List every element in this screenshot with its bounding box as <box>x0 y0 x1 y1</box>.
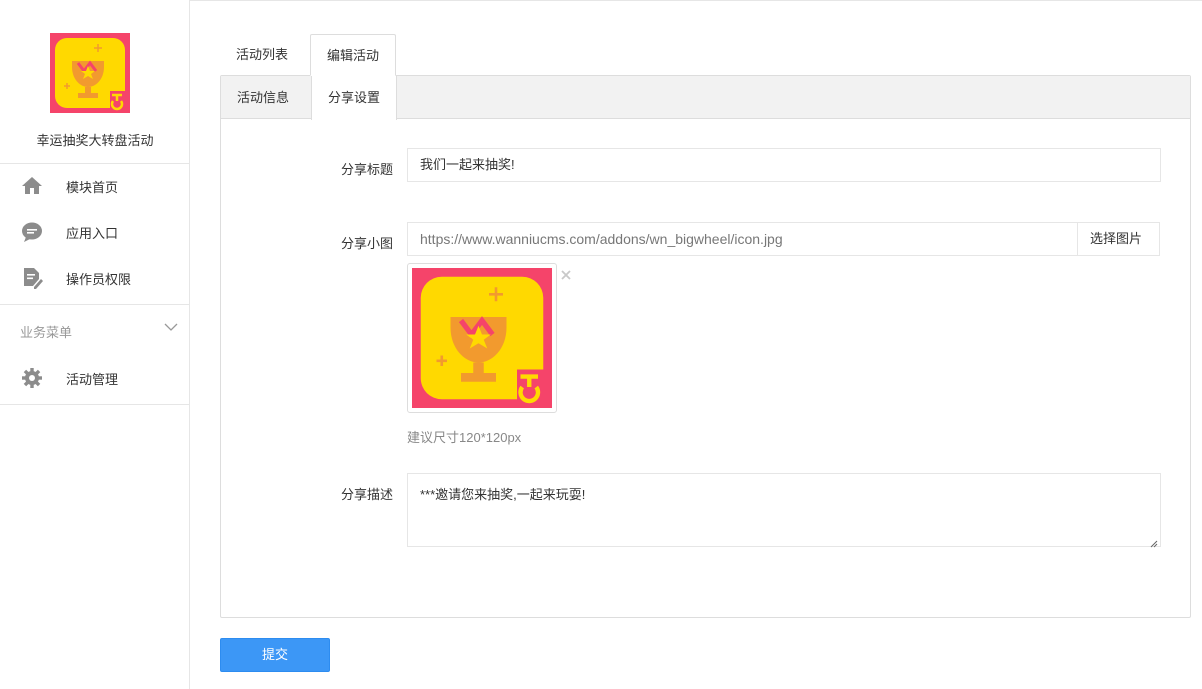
share-image-preview <box>407 263 557 413</box>
app-logo <box>50 33 130 113</box>
chat-bubble-icon <box>21 221 43 243</box>
chevron-down-icon[interactable] <box>163 319 179 335</box>
share-title-input[interactable]: 我们一起来抽奖! <box>407 148 1161 182</box>
sidebar-divider <box>0 304 189 305</box>
submit-button[interactable]: 提交 <box>220 638 330 672</box>
edit-panel: 活动信息 分享设置 分享标题 我们一起来抽奖! 分享小图 https://www… <box>220 75 1191 618</box>
edit-document-icon <box>21 267 43 289</box>
share-image-url-input[interactable]: https://www.wanniucms.com/addons/wn_bigw… <box>407 222 1078 256</box>
tab-activity-list[interactable]: 活动列表 <box>220 34 304 76</box>
share-desc-textarea[interactable]: ***邀请您来抽奖,一起来玩耍! <box>407 473 1161 547</box>
app-name: 幸运抽奖大转盘活动 <box>36 133 154 148</box>
sidebar-item-home[interactable]: 模块首页 <box>0 163 189 209</box>
sidebar-divider <box>0 404 189 405</box>
sidebar-group-title: 业务菜单 <box>20 325 73 340</box>
sidebar-item-label: 模块首页 <box>66 180 119 195</box>
tab-share-settings[interactable]: 分享设置 <box>311 76 398 120</box>
sidebar-item-activity-management[interactable]: 活动管理 <box>0 355 189 401</box>
tab-activity-info[interactable]: 活动信息 <box>221 76 305 119</box>
gear-icon <box>21 367 43 389</box>
sidebar-item-app-entry[interactable]: 应用入口 <box>0 209 189 255</box>
sidebar-item-label: 应用入口 <box>66 226 119 241</box>
sidebar-item-operator-permissions[interactable]: 操作员权限 <box>0 255 189 301</box>
sub-tabs: 活动信息 分享设置 <box>221 76 1190 120</box>
share-desc-label: 分享描述 <box>340 487 393 502</box>
home-icon <box>21 175 43 197</box>
select-image-button[interactable]: 选择图片 <box>1078 222 1160 256</box>
close-icon[interactable] <box>559 268 573 282</box>
sidebar: 幸运抽奖大转盘活动 模块首页 应用入口 操作员权限 业务菜单 活动管理 <box>0 0 190 689</box>
share-image-label: 分享小图 <box>340 236 393 251</box>
share-title-label: 分享标题 <box>340 162 393 177</box>
resize-grip-icon[interactable] <box>1150 536 1158 548</box>
image-size-hint: 建议尺寸120*120px <box>407 430 522 445</box>
tab-edit-activity[interactable]: 编辑活动 <box>310 34 397 76</box>
sidebar-item-label: 活动管理 <box>66 372 119 387</box>
sidebar-item-label: 操作员权限 <box>66 272 132 287</box>
